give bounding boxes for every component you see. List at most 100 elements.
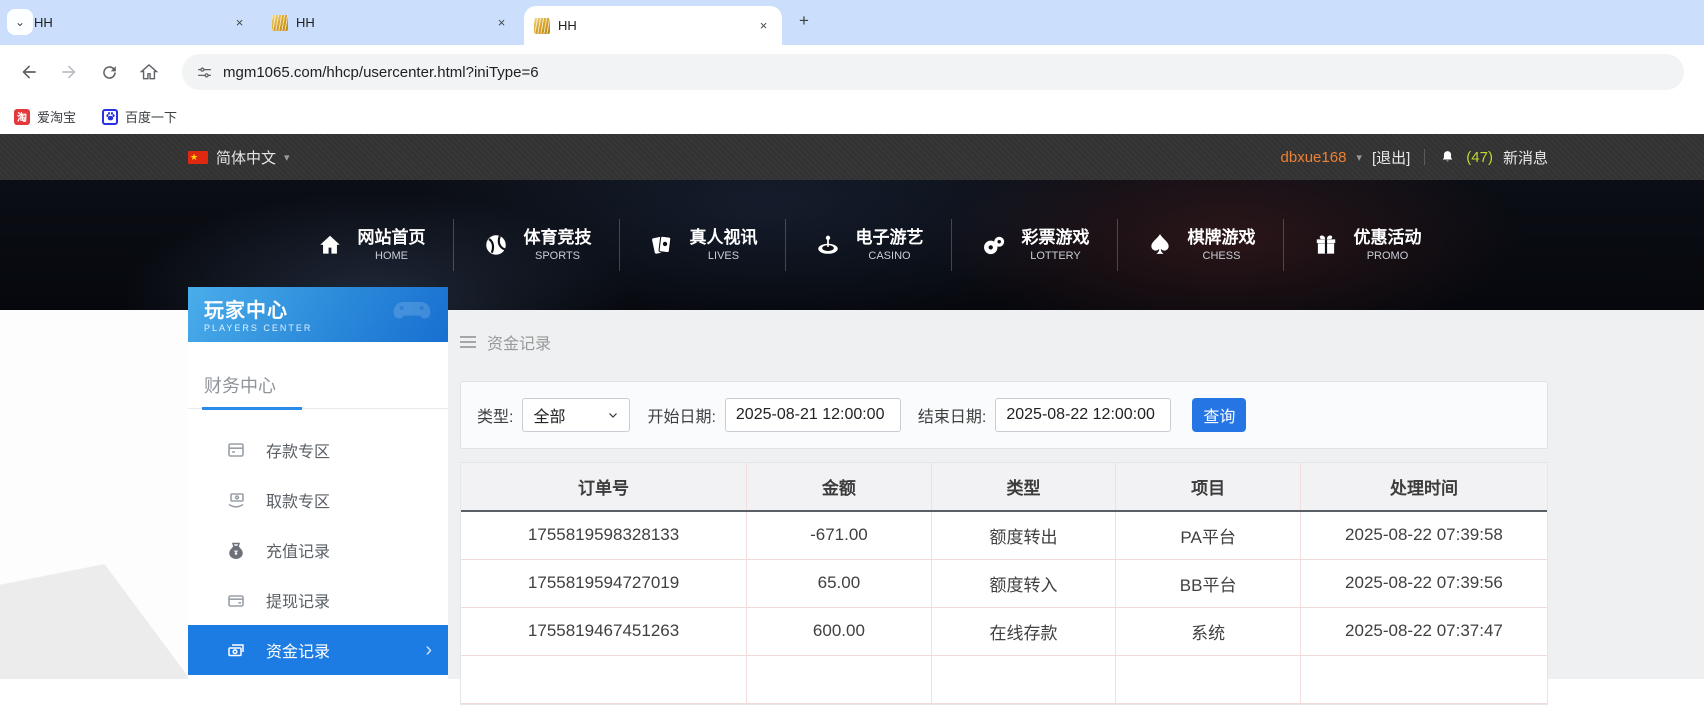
browser-tab-2[interactable]: HH × bbox=[262, 6, 520, 39]
sidebar-item-withdraw[interactable]: 取款专区 bbox=[188, 475, 448, 525]
tab-search-button[interactable]: ⌄ bbox=[7, 9, 33, 35]
sports-ball-icon bbox=[481, 230, 511, 260]
bookmarks-bar: 淘 爱淘宝 百度一下 bbox=[0, 99, 1704, 134]
table-cell: 1755819594727019 bbox=[461, 559, 747, 607]
money-bag-icon bbox=[226, 540, 246, 560]
back-icon[interactable] bbox=[12, 55, 46, 89]
table-row: 1755819467451263 600.00 在线存款 系统 2025-08-… bbox=[461, 607, 1547, 655]
browser-tab-1[interactable]: HH × bbox=[0, 6, 258, 39]
main-area: 玩家中心 PLAYERS CENTER 财务中心 存款专区 bbox=[0, 310, 1704, 679]
col-header-time: 处理时间 bbox=[1300, 463, 1547, 511]
sidebar-item-label: 资金记录 bbox=[266, 638, 330, 662]
end-date-label: 结束日期: bbox=[918, 403, 986, 427]
gamepad-icon bbox=[390, 297, 434, 334]
playing-cards-icon bbox=[647, 230, 677, 260]
table-cell: 1755819467451263 bbox=[461, 607, 747, 655]
new-messages-link[interactable]: 新消息 bbox=[1503, 147, 1548, 168]
browser-tab-3-active[interactable]: HH × bbox=[524, 6, 782, 45]
home-icon bbox=[315, 230, 345, 260]
nav-item-chess[interactable]: 棋牌游戏 CHESS bbox=[1117, 219, 1283, 271]
left-decor-strip bbox=[0, 310, 188, 679]
language-selector[interactable]: ★ 简体中文 ▾ bbox=[188, 147, 290, 168]
home-icon[interactable] bbox=[132, 55, 166, 89]
taobao-icon: 淘 bbox=[14, 109, 30, 125]
nav-item-lives[interactable]: 真人视讯 LIVES bbox=[619, 219, 785, 271]
filter-bar: 类型: 全部 开始日期: 结束日期: 查询 bbox=[460, 381, 1548, 449]
table-cell: 2025-08-22 07:39:58 bbox=[1300, 511, 1547, 559]
nav-label-en: LIVES bbox=[690, 249, 758, 263]
bell-icon[interactable] bbox=[1439, 149, 1456, 166]
content-panel: 资金记录 类型: 全部 开始日期: 结束日期: 查询 订单号 金额 bbox=[460, 310, 1548, 679]
section-accent-bar bbox=[202, 407, 302, 410]
nav-label-zh: 真人视讯 bbox=[690, 227, 758, 249]
browser-toolbar: mgm1065.com/hhcp/usercenter.html?iniType… bbox=[0, 45, 1704, 99]
message-count-badge[interactable]: (47) bbox=[1466, 149, 1493, 166]
logout-link[interactable]: [退出] bbox=[1372, 147, 1410, 168]
nav-label-en: HOME bbox=[358, 249, 426, 263]
sidebar-item-recharge-history[interactable]: 充值记录 bbox=[188, 525, 448, 575]
bookmark-label: 百度一下 bbox=[125, 107, 177, 126]
username-link[interactable]: dbxue168 bbox=[1281, 149, 1347, 166]
table-cell: 在线存款 bbox=[931, 607, 1116, 655]
divider bbox=[1424, 149, 1425, 165]
url-text: mgm1065.com/hhcp/usercenter.html?iniType… bbox=[223, 64, 539, 81]
sidebar-item-funds-record-active[interactable]: 资金记录 › bbox=[188, 625, 448, 675]
col-header-type: 类型 bbox=[931, 463, 1116, 511]
nav-label-en: LOTTERY bbox=[1022, 249, 1090, 263]
nav-item-home[interactable]: 网站首页 HOME bbox=[288, 219, 453, 271]
chevron-down-icon[interactable]: ▾ bbox=[1356, 151, 1362, 164]
lottery-balls-icon bbox=[979, 230, 1009, 260]
nav-label-en: CHESS bbox=[1188, 249, 1256, 263]
table-row-partial bbox=[461, 655, 1547, 703]
nav-label-zh: 电子游艺 bbox=[856, 227, 924, 249]
hamburger-icon bbox=[460, 336, 476, 348]
type-select[interactable]: 全部 bbox=[522, 398, 630, 432]
reload-icon[interactable] bbox=[92, 55, 126, 89]
language-label: 简体中文 bbox=[216, 147, 276, 168]
tab-title: HH bbox=[558, 18, 747, 33]
nav-item-casino[interactable]: 电子游艺 CASINO bbox=[785, 219, 951, 271]
site-info-icon[interactable] bbox=[196, 64, 213, 81]
table-cell: 600.00 bbox=[747, 607, 932, 655]
table-cell: 系统 bbox=[1116, 607, 1301, 655]
deposit-icon bbox=[226, 440, 246, 460]
site-favicon bbox=[272, 15, 288, 31]
page-title: 资金记录 bbox=[487, 330, 551, 354]
funds-record-table: 订单号 金额 类型 项目 处理时间 1755819598328133 -671.… bbox=[460, 462, 1548, 705]
forward-icon[interactable] bbox=[52, 55, 86, 89]
table-cell: 额度转出 bbox=[931, 511, 1116, 559]
bookmark-taobao[interactable]: 淘 爱淘宝 bbox=[14, 107, 76, 126]
nav-item-promo[interactable]: 优惠活动 PROMO bbox=[1283, 219, 1449, 271]
search-button[interactable]: 查询 bbox=[1192, 398, 1246, 432]
decor-triangle bbox=[0, 564, 190, 679]
nav-item-lottery[interactable]: 彩票游戏 LOTTERY bbox=[951, 219, 1117, 271]
col-header-item: 项目 bbox=[1116, 463, 1301, 511]
sidebar-item-withdrawal-history[interactable]: 提现记录 bbox=[188, 575, 448, 625]
address-bar[interactable]: mgm1065.com/hhcp/usercenter.html?iniType… bbox=[182, 54, 1684, 90]
baidu-paw-icon bbox=[102, 109, 118, 125]
chevron-down-icon: ▾ bbox=[284, 151, 290, 164]
nav-label-zh: 网站首页 bbox=[358, 227, 426, 249]
sidebar-item-label: 提现记录 bbox=[266, 588, 330, 612]
tab-title: HH bbox=[296, 15, 485, 30]
tab-close-icon[interactable]: × bbox=[231, 14, 248, 31]
tab-close-icon[interactable]: × bbox=[755, 17, 772, 34]
section-underline: 财务中心 bbox=[188, 342, 448, 409]
bookmark-baidu[interactable]: 百度一下 bbox=[102, 107, 177, 126]
sidebar-item-deposit[interactable]: 存款专区 bbox=[188, 425, 448, 475]
nav-label-en: PROMO bbox=[1354, 249, 1422, 263]
gift-icon bbox=[1311, 230, 1341, 260]
page-title-row: 资金记录 bbox=[460, 330, 1548, 354]
tab-close-icon[interactable]: × bbox=[493, 14, 510, 31]
start-date-input[interactable] bbox=[725, 398, 901, 432]
sidebar-item-label: 取款专区 bbox=[266, 488, 330, 512]
table-cell: 65.00 bbox=[747, 559, 932, 607]
table-cell: 2025-08-22 07:37:47 bbox=[1300, 607, 1547, 655]
nav-label-en: SPORTS bbox=[524, 249, 592, 263]
tab-title: HH bbox=[34, 15, 223, 30]
new-tab-button[interactable]: + bbox=[792, 9, 816, 33]
nav-label-zh: 体育竞技 bbox=[524, 227, 592, 249]
nav-item-sports[interactable]: 体育竞技 SPORTS bbox=[453, 219, 619, 271]
end-date-input[interactable] bbox=[995, 398, 1171, 432]
sidebar-header: 玩家中心 PLAYERS CENTER bbox=[188, 287, 448, 342]
